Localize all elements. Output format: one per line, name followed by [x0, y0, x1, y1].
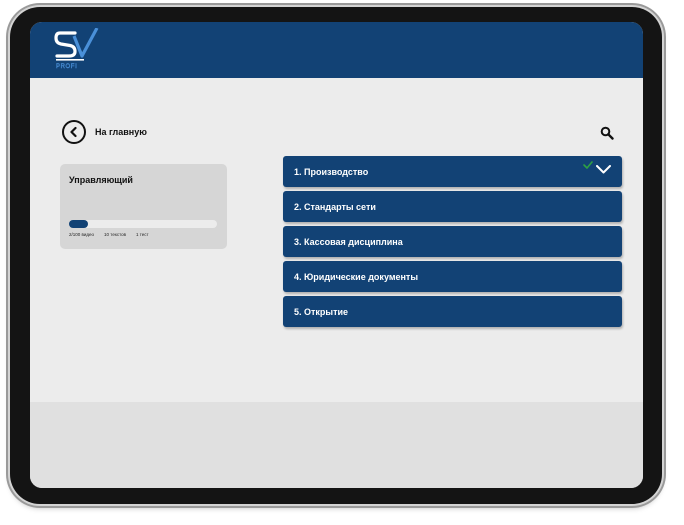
module-item-network-standards[interactable]: 2. Стандарты сети [283, 191, 622, 222]
footer-area [30, 402, 643, 488]
back-arrow-circle-icon[interactable] [62, 120, 86, 144]
module-label: 1. Производство [294, 166, 369, 177]
module-item-legal-documents[interactable]: 4. Юридические документы [283, 261, 622, 292]
module-item-production[interactable]: 1. Производство [283, 156, 622, 187]
search-icon[interactable] [600, 126, 614, 140]
module-label: 2. Стандарты сети [294, 201, 376, 212]
module-label: 5. Открытие [294, 306, 349, 317]
stat-texts: 10 текстов [104, 232, 126, 237]
chevron-down-icon[interactable] [596, 165, 611, 174]
check-icon [583, 161, 593, 169]
progress-stats: 2/100 видео 10 текстов 1 тест [69, 232, 159, 237]
progress-fill [69, 220, 89, 228]
logo-text: PROFI [56, 64, 77, 70]
module-list: 1. Производство 2. Стандарты сети 3. Кас… [283, 156, 622, 331]
role-title: Управляющий [69, 175, 133, 185]
progress-bar [69, 220, 217, 228]
app-header: PROFI [30, 22, 643, 78]
module-item-cash-discipline[interactable]: 3. Кассовая дисциплина [283, 226, 622, 257]
sv-profi-logo[interactable]: PROFI [54, 28, 100, 74]
stat-tests: 1 тест [136, 232, 149, 237]
module-item-opening[interactable]: 5. Открытие [283, 296, 622, 327]
role-progress-card: Управляющий 2/100 видео 10 текстов 1 тес… [60, 164, 227, 249]
tablet-frame: PROFI На главную Управляющий 2/100 видео… [10, 7, 662, 504]
back-to-home-link[interactable]: На главную [62, 120, 147, 144]
back-label[interactable]: На главную [95, 127, 147, 137]
stat-videos: 2/100 видео [69, 232, 95, 237]
app-screen: PROFI На главную Управляющий 2/100 видео… [30, 22, 643, 488]
module-label: 3. Кассовая дисциплина [294, 236, 403, 247]
module-label: 4. Юридические документы [294, 271, 419, 282]
